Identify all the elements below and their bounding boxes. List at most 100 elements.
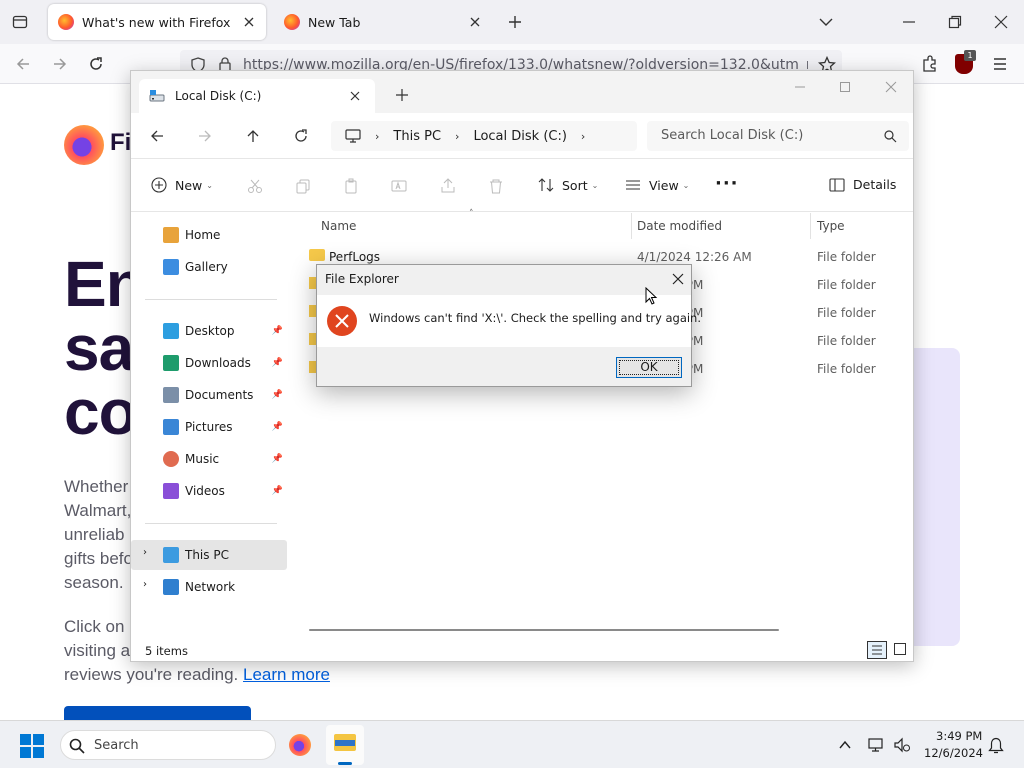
network-status-icon[interactable] (867, 736, 885, 754)
column-header-date[interactable]: Date modified (637, 219, 722, 233)
sort-label: Sort (562, 177, 588, 193)
notification-bell-icon[interactable] (988, 737, 1004, 755)
sidebar-item-home[interactable]: Home (131, 220, 287, 250)
chevron-right-icon[interactable]: › (143, 547, 147, 558)
sidebar-item-documents[interactable]: Documents 📌 (131, 380, 287, 410)
new-label: New (175, 177, 203, 193)
browser-tab-label: What's new with Firefox (82, 14, 231, 30)
page-cta-button[interactable] (64, 706, 251, 720)
active-indicator (338, 762, 352, 765)
more-options-icon[interactable]: ··· (715, 173, 739, 194)
explorer-tab-title: Local Disk (C:) (175, 89, 262, 103)
column-header-name[interactable]: Name (321, 219, 356, 233)
chevron-up-icon[interactable] (838, 738, 852, 752)
dialog-body: Windows can't find 'X:\'. Check the spel… (317, 295, 701, 347)
breadcrumb-local-disk[interactable]: Local Disk (C:) (473, 129, 566, 144)
share-icon[interactable] (440, 178, 456, 194)
explorer-tab[interactable]: Local Disk (C:) (139, 79, 375, 113)
sidebar-item-videos[interactable]: Videos 📌 (131, 476, 287, 506)
browser-tab-whatsnew[interactable]: What's new with Firefox (48, 4, 266, 40)
firefox-favicon-icon (284, 14, 300, 30)
details-pane-icon (829, 177, 845, 192)
start-windows-icon[interactable] (20, 734, 44, 758)
folder-icon (309, 249, 325, 261)
horizontal-scrollbar[interactable] (309, 629, 779, 631)
sidebar-item-downloads[interactable]: Downloads 📌 (131, 348, 287, 378)
close-tab-icon[interactable] (349, 90, 361, 102)
search-icon (884, 130, 897, 143)
new-button[interactable]: New ⌄ (151, 177, 213, 193)
delete-icon[interactable] (488, 178, 504, 194)
sidebar-label: Desktop (185, 324, 235, 338)
videos-icon (163, 483, 179, 499)
new-tab-icon[interactable] (395, 88, 409, 102)
details-view-icon[interactable] (867, 641, 887, 659)
status-bar: 5 items (131, 639, 913, 661)
close-tab-icon[interactable] (468, 15, 482, 29)
sidebar-item-pictures[interactable]: Pictures 📌 (131, 412, 287, 442)
forward-icon[interactable] (52, 56, 68, 72)
chevron-down-icon: ⌄ (682, 180, 690, 190)
close-window-icon[interactable] (994, 15, 1008, 29)
firefox-taskbar-icon[interactable] (289, 734, 311, 756)
close-dialog-icon[interactable] (672, 273, 684, 285)
breadcrumb-this-pc[interactable]: This PC (393, 129, 441, 144)
up-icon[interactable] (245, 128, 261, 144)
taskbar-date[interactable]: 12/6/2024 (924, 746, 983, 760)
menu-icon[interactable] (992, 57, 1008, 71)
column-header-type[interactable]: Type (817, 219, 845, 233)
taskbar-search-box[interactable]: Search (60, 730, 276, 760)
explorer-search-box[interactable]: Search Local Disk (C:) (647, 121, 909, 151)
back-icon[interactable] (149, 128, 165, 144)
sidebar-item-desktop[interactable]: Desktop 📌 (131, 316, 287, 346)
sidebar-label: Gallery (185, 260, 228, 274)
file-type: File folder (817, 306, 876, 320)
sidebar-item-network[interactable]: › Network (131, 572, 287, 602)
extension-badge: 1 (964, 50, 976, 61)
paste-icon[interactable] (343, 178, 359, 194)
explorer-titlebar: Local Disk (C:) (131, 71, 913, 113)
reload-icon[interactable] (88, 56, 104, 72)
cut-icon[interactable] (247, 178, 263, 194)
file-explorer-taskbar-button[interactable] (326, 725, 364, 765)
sidebar-item-gallery[interactable]: Gallery (131, 252, 287, 282)
documents-icon (163, 387, 179, 403)
firefox-favicon-icon (58, 14, 74, 30)
back-icon[interactable] (15, 56, 31, 72)
breadcrumb[interactable]: › This PC › Local Disk (C:) › (331, 121, 637, 151)
browser-tab-newtab[interactable]: New Tab (274, 4, 492, 40)
sidebar-item-this-pc[interactable]: › This PC (131, 540, 287, 570)
chevron-down-icon[interactable] (818, 15, 834, 29)
sidebar-item-music[interactable]: Music 📌 (131, 444, 287, 474)
column-divider (631, 213, 632, 239)
extensions-icon[interactable] (920, 55, 938, 73)
divider (145, 299, 277, 300)
volume-muted-icon[interactable] (893, 736, 911, 754)
forward-icon[interactable] (197, 128, 213, 144)
tiles-view-icon[interactable] (893, 642, 907, 656)
sort-button[interactable]: Sort ⌄ (538, 177, 598, 193)
paragraph-line: unreliab (64, 525, 125, 544)
refresh-icon[interactable] (293, 128, 309, 144)
view-button[interactable]: View ⌄ (625, 177, 689, 193)
learn-more-link[interactable]: Learn more (243, 665, 330, 684)
details-button[interactable]: Details (829, 177, 896, 192)
ok-button[interactable]: OK (616, 357, 682, 378)
copy-icon[interactable] (295, 178, 311, 194)
rename-icon[interactable] (391, 178, 407, 194)
close-window-icon[interactable] (884, 80, 898, 94)
restore-icon[interactable] (948, 15, 962, 29)
monitor-icon (345, 129, 361, 143)
search-icon (69, 738, 85, 754)
taskbar-time[interactable]: 3:49 PM (936, 729, 982, 743)
new-tab-icon[interactable] (507, 14, 523, 30)
minimize-icon[interactable] (793, 80, 807, 94)
close-tab-icon[interactable] (242, 15, 256, 29)
explorer-command-bar: New ⌄ Sort ⌄ View ⌄ ··· Details (131, 160, 913, 212)
cursor-icon (645, 287, 658, 305)
tab-list-icon[interactable] (12, 14, 28, 30)
minimize-icon[interactable] (902, 15, 916, 29)
maximize-icon[interactable] (838, 80, 852, 94)
chevron-right-icon[interactable]: › (143, 579, 147, 590)
chevron-right-icon[interactable]: › (581, 130, 585, 143)
